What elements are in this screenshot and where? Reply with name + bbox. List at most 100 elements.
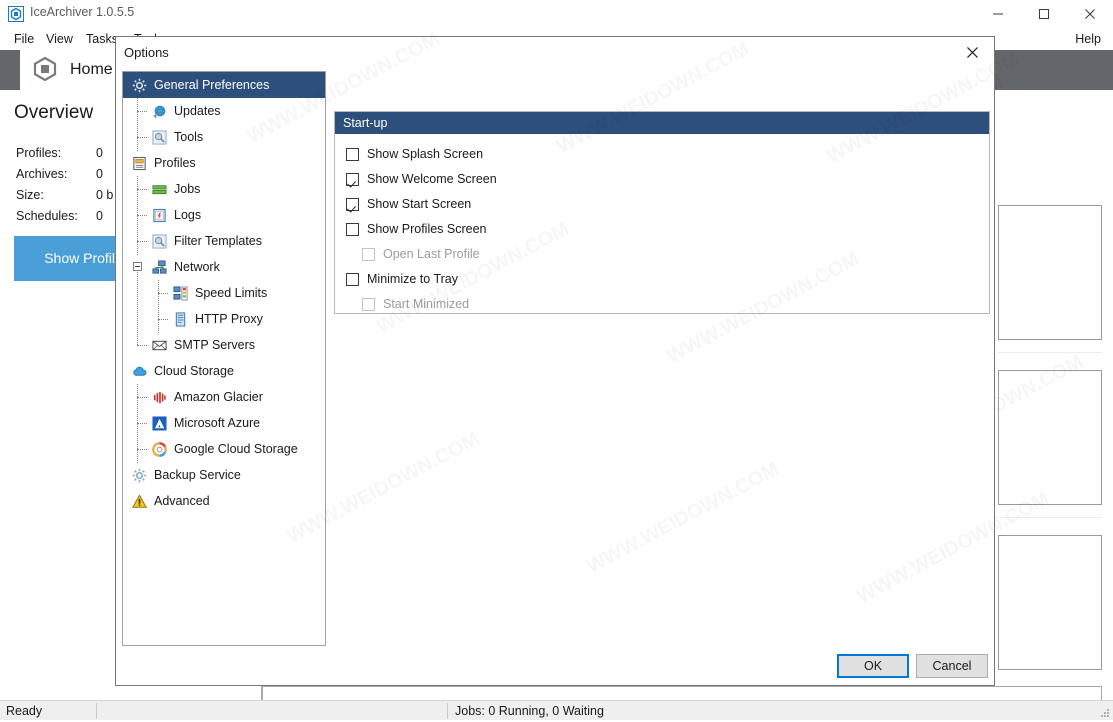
maximize-icon[interactable] bbox=[1021, 0, 1067, 28]
menu-item-file[interactable]: File bbox=[6, 28, 42, 50]
tree-item-backup-service[interactable]: Backup Service bbox=[123, 462, 325, 488]
checkbox-box[interactable] bbox=[346, 222, 359, 236]
checkbox-start-minimized: Start Minimized bbox=[362, 293, 469, 315]
application-window: IceArchiver 1.0.5.5 File View Tasks Tool… bbox=[0, 0, 1113, 720]
checkbox-show-profiles-screen[interactable]: Show Profiles Screen bbox=[346, 218, 487, 240]
window-title: IceArchiver 1.0.5.5 bbox=[30, 5, 135, 19]
minimize-icon[interactable] bbox=[975, 0, 1021, 28]
tree-item-label: Network bbox=[174, 260, 220, 274]
tree-item-label: Profiles bbox=[154, 156, 196, 170]
microsoft-azure-icon bbox=[151, 415, 167, 431]
tree-item-google-cloud-storage[interactable]: Google Cloud Storage bbox=[123, 436, 325, 462]
checkbox-label: Show Profiles Screen bbox=[367, 222, 487, 236]
tree-item-label: Backup Service bbox=[154, 468, 241, 482]
tree-item-logs[interactable]: Logs bbox=[123, 202, 325, 228]
close-icon[interactable] bbox=[1067, 0, 1113, 28]
checkbox-label: Open Last Profile bbox=[383, 247, 480, 261]
tree-item-label: Logs bbox=[174, 208, 202, 222]
tree-item-tools[interactable]: Tools bbox=[123, 124, 325, 150]
tree-item-label: Cloud Storage bbox=[154, 364, 234, 378]
checkbox-box bbox=[362, 297, 375, 311]
page-title: Overview bbox=[14, 102, 94, 123]
checkbox-show-welcome-screen[interactable]: Show Welcome Screen bbox=[346, 168, 497, 190]
menu-item-help[interactable]: Help bbox=[1067, 28, 1109, 50]
tree-item-updates[interactable]: Updates bbox=[123, 98, 325, 124]
status-text: Ready bbox=[6, 704, 43, 718]
tree-item-amazon-glacier[interactable]: Amazon Glacier bbox=[123, 384, 325, 410]
startup-group: Start-up Show Splash Screen Show Welcome… bbox=[334, 111, 990, 314]
app-hexagon-icon bbox=[32, 56, 58, 85]
tree-item-label: Speed Limits bbox=[195, 286, 268, 300]
stat-size-label: Size: bbox=[16, 188, 44, 202]
options-tree[interactable]: General Preferences Updates Tools Profil… bbox=[122, 71, 326, 646]
checkbox-show-splash-screen[interactable]: Show Splash Screen bbox=[346, 143, 483, 165]
speed-limits-icon bbox=[172, 285, 188, 301]
divider bbox=[447, 703, 448, 719]
checkbox-label: Show Welcome Screen bbox=[367, 172, 497, 186]
checkbox-label: Minimize to Tray bbox=[367, 272, 458, 286]
statusbar: Ready Jobs: 0 Running, 0 Waiting bbox=[0, 700, 1113, 720]
http-proxy-icon bbox=[172, 311, 188, 327]
checkbox-box[interactable] bbox=[346, 147, 359, 161]
stat-schedules-value: 0 bbox=[96, 209, 103, 223]
checkbox-minimize-to-tray[interactable]: Minimize to Tray bbox=[346, 268, 458, 290]
tree-item-http-proxy[interactable]: HTTP Proxy bbox=[123, 306, 325, 332]
tree-item-label: SMTP Servers bbox=[174, 338, 256, 352]
filter-icon bbox=[151, 233, 167, 249]
checkbox-open-last-profile: Open Last Profile bbox=[362, 243, 480, 265]
tree-item-cloud-storage[interactable]: Cloud Storage bbox=[123, 358, 325, 384]
menu-item-view[interactable]: View bbox=[38, 28, 81, 50]
background-panel bbox=[998, 370, 1102, 505]
status-jobs-text: Jobs: 0 Running, 0 Waiting bbox=[455, 704, 604, 718]
checkbox-box[interactable] bbox=[346, 172, 359, 186]
checkbox-box[interactable] bbox=[346, 272, 359, 286]
jobs-icon bbox=[151, 181, 167, 197]
profiles-icon bbox=[131, 155, 147, 171]
tree-item-label: Tools bbox=[174, 130, 204, 144]
warning-icon bbox=[131, 493, 147, 509]
amazon-glacier-icon bbox=[151, 389, 167, 405]
logs-icon bbox=[151, 207, 167, 223]
envelope-icon bbox=[151, 337, 167, 353]
cancel-button[interactable]: Cancel bbox=[916, 654, 988, 678]
backup-service-icon bbox=[131, 467, 147, 483]
globe-icon bbox=[151, 103, 167, 119]
dialog-titlebar: Options bbox=[116, 37, 994, 69]
tree-item-advanced[interactable]: Advanced bbox=[123, 488, 325, 514]
close-icon[interactable] bbox=[950, 37, 994, 67]
tree-item-label: Filter Templates bbox=[174, 234, 262, 248]
network-icon bbox=[151, 259, 167, 275]
resize-grip-icon[interactable] bbox=[1099, 707, 1111, 719]
tree-item-smtp-servers[interactable]: SMTP Servers bbox=[123, 332, 325, 358]
options-dialog: Options General Preferences Updates Tool… bbox=[115, 36, 995, 686]
checkbox-show-start-screen[interactable]: Show Start Screen bbox=[346, 193, 471, 215]
tree-item-label: General Preferences bbox=[154, 78, 270, 92]
tree-item-profiles[interactable]: Profiles bbox=[123, 150, 325, 176]
tree-item-network[interactable]: Network bbox=[123, 254, 325, 280]
ok-button[interactable]: OK bbox=[837, 654, 909, 678]
stat-schedules-label: Schedules: bbox=[16, 209, 78, 223]
tree-item-general-preferences[interactable]: General Preferences bbox=[123, 72, 325, 98]
stat-profiles-label: Profiles: bbox=[16, 146, 62, 160]
app-hexagon-icon bbox=[8, 6, 24, 22]
cloud-icon bbox=[131, 363, 147, 379]
background-panel bbox=[998, 205, 1102, 340]
tools-icon bbox=[151, 129, 167, 145]
checkbox-label: Start Minimized bbox=[383, 297, 470, 311]
tree-item-label: Microsoft Azure bbox=[174, 416, 261, 430]
group-header-startup: Start-up bbox=[335, 112, 989, 134]
stat-archives-label: Archives: bbox=[16, 167, 68, 181]
checkbox-box bbox=[362, 247, 375, 261]
google-cloud-icon bbox=[151, 441, 167, 457]
checkbox-box[interactable] bbox=[346, 197, 359, 211]
background-panel bbox=[998, 535, 1102, 670]
checkbox-label: Show Splash Screen bbox=[367, 147, 484, 161]
tree-item-label: Amazon Glacier bbox=[174, 390, 263, 404]
divider bbox=[998, 352, 1102, 353]
tree-item-jobs[interactable]: Jobs bbox=[123, 176, 325, 202]
tree-item-speed-limits[interactable]: Speed Limits bbox=[123, 280, 325, 306]
tree-item-label: HTTP Proxy bbox=[195, 312, 263, 326]
tree-item-microsoft-azure[interactable]: Microsoft Azure bbox=[123, 410, 325, 436]
tree-item-label: Google Cloud Storage bbox=[174, 442, 298, 456]
tree-item-filter-templates[interactable]: Filter Templates bbox=[123, 228, 325, 254]
